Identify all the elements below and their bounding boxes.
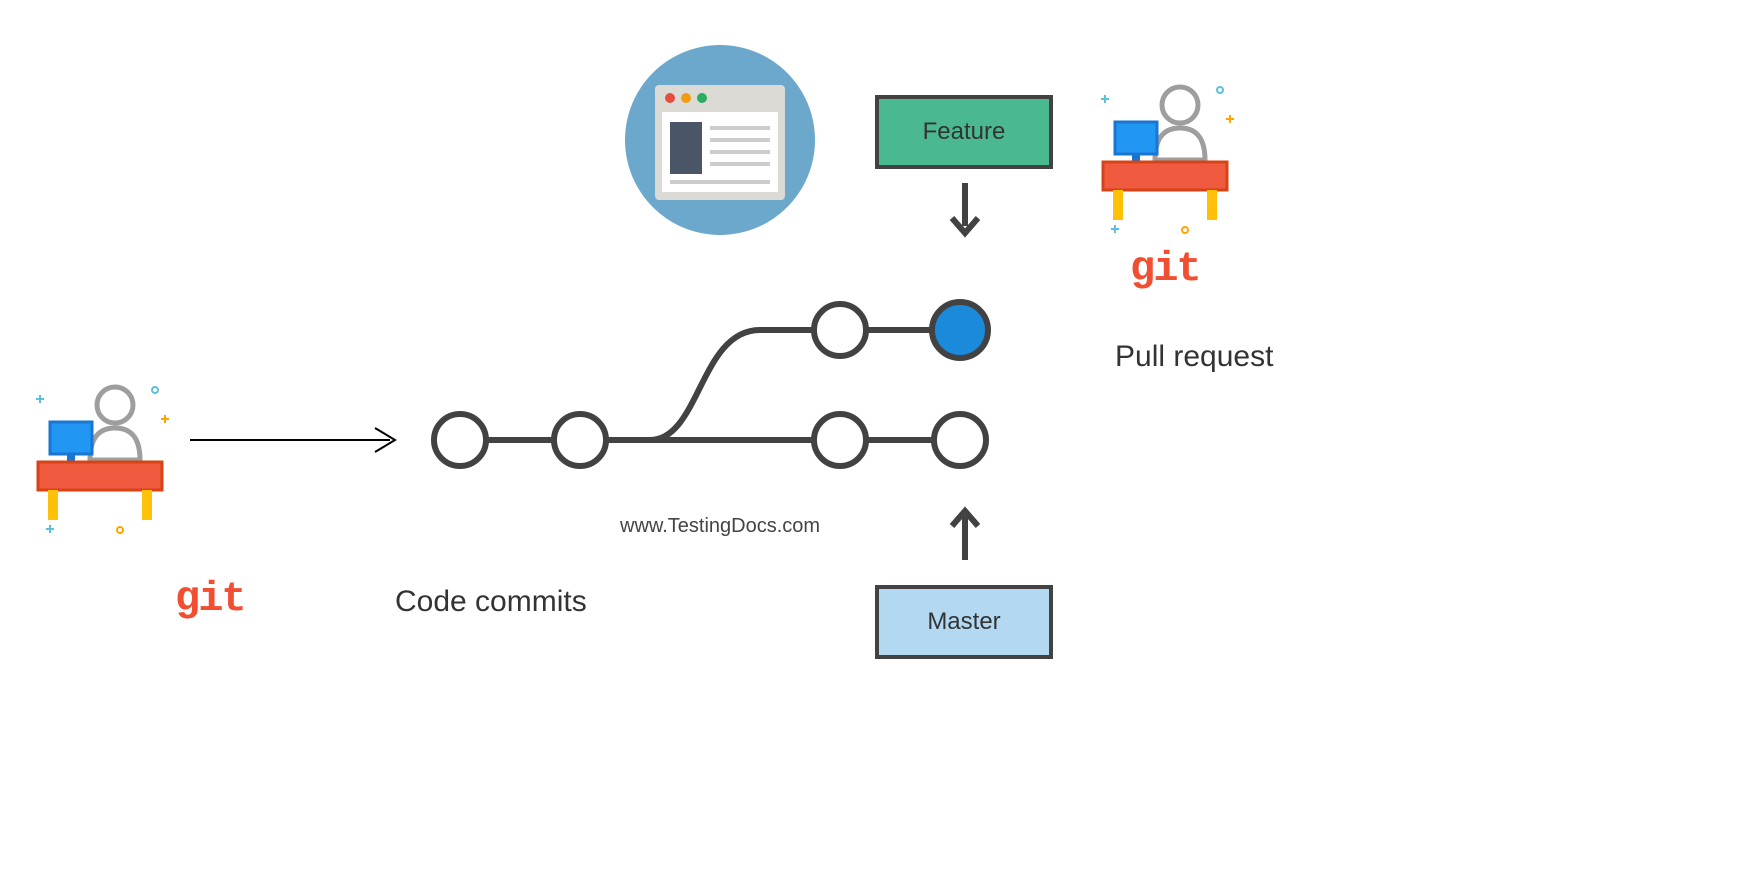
pull-request-label: Pull request xyxy=(1115,340,1273,374)
git-logo-right: git xyxy=(1130,245,1200,293)
code-commits-label: Code commits xyxy=(395,585,587,619)
feature-branch-box: Feature xyxy=(875,95,1053,169)
arrow-feature-down xyxy=(940,178,990,248)
git-branch-graph xyxy=(420,280,1020,500)
master-branch-box: Master xyxy=(875,585,1053,659)
developer-desk-right-icon xyxy=(1080,70,1250,240)
git-logo-left: git xyxy=(175,575,245,623)
developer-desk-left-icon xyxy=(20,370,180,540)
arrow-master-up xyxy=(940,498,990,568)
webpage-circle-icon xyxy=(620,40,820,240)
arrow-developer-to-graph xyxy=(190,420,410,460)
watermark-label: www.TestingDocs.com xyxy=(620,515,820,538)
master-box-label: Master xyxy=(927,608,1000,636)
feature-box-label: Feature xyxy=(923,118,1006,146)
